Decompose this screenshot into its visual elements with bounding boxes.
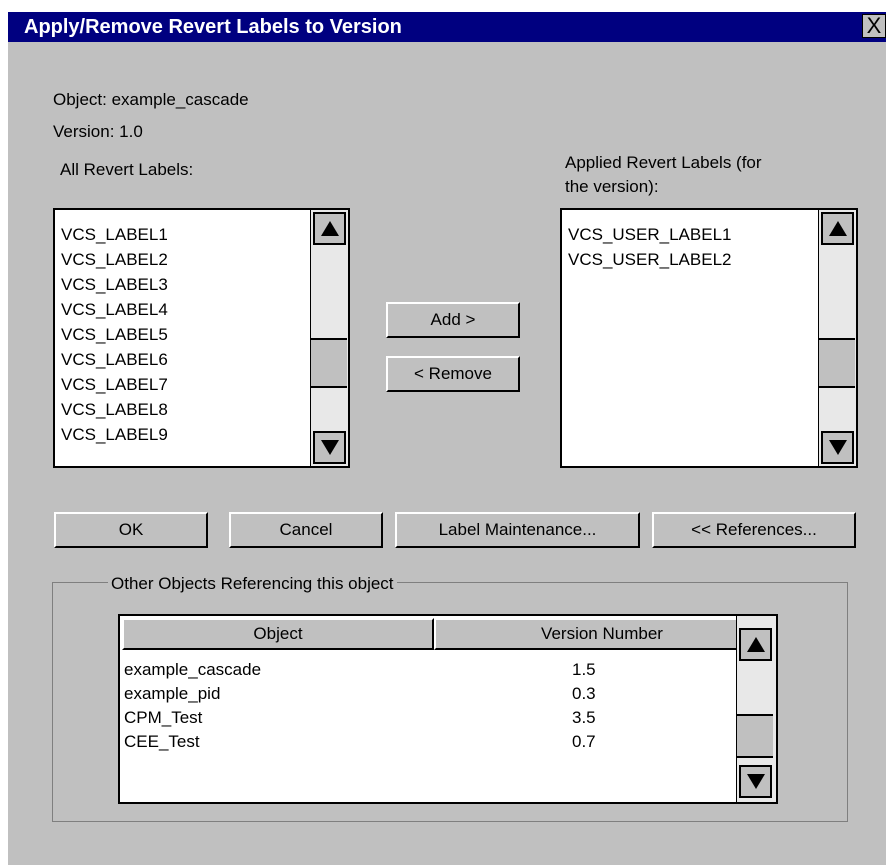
scroll-down-button[interactable] — [739, 765, 772, 798]
triangle-up-icon — [320, 221, 339, 236]
applied-labels-list[interactable]: VCS_USER_LABEL1 VCS_USER_LABEL2 — [560, 208, 858, 468]
add-button[interactable]: Add > — [386, 302, 520, 338]
version-cell: 1.5 — [572, 660, 596, 679]
scroll-up-button[interactable] — [739, 628, 772, 661]
all-labels-items: VCS_LABEL1 VCS_LABEL2 VCS_LABEL3 VCS_LAB… — [61, 222, 168, 447]
applied-labels-items: VCS_USER_LABEL1 VCS_USER_LABEL2 — [568, 222, 731, 272]
dialog-window: Apply/Remove Revert Labels to Version X … — [8, 12, 886, 865]
references-scrollbar[interactable] — [736, 616, 776, 802]
object-label: Object: example_cascade — [53, 90, 249, 109]
column-header-version[interactable]: Version Number — [434, 618, 770, 650]
triangle-up-icon — [746, 637, 765, 652]
scroll-up-button[interactable] — [821, 212, 854, 245]
list-item[interactable]: VCS_LABEL2 — [61, 247, 168, 272]
list-item[interactable]: VCS_USER_LABEL2 — [568, 247, 731, 272]
applied-labels-heading-line2: the version): — [565, 177, 659, 196]
references-table[interactable]: Object Version Number example_cascade 1.… — [118, 614, 778, 804]
table-row[interactable]: CPM_Test 3.5 — [120, 706, 740, 730]
object-cell: CEE_Test — [124, 732, 200, 751]
table-row[interactable]: example_cascade 1.5 — [120, 658, 740, 682]
version-cell: 0.3 — [572, 684, 596, 703]
label-maintenance-button[interactable]: Label Maintenance... — [395, 512, 640, 548]
all-labels-list[interactable]: VCS_LABEL1 VCS_LABEL2 VCS_LABEL3 VCS_LAB… — [53, 208, 350, 468]
scroll-thumb[interactable] — [737, 714, 773, 758]
title-bar[interactable]: Apply/Remove Revert Labels to Version X — [8, 12, 886, 42]
ok-button[interactable]: OK — [54, 512, 208, 548]
version-cell: 3.5 — [572, 708, 596, 727]
list-item[interactable]: VCS_LABEL7 — [61, 372, 168, 397]
list-item[interactable]: VCS_LABEL9 — [61, 422, 168, 447]
remove-button[interactable]: < Remove — [386, 356, 520, 392]
scroll-thumb[interactable] — [311, 338, 347, 388]
references-group-title: Other Objects Referencing this object — [108, 574, 397, 594]
scroll-thumb[interactable] — [819, 338, 855, 388]
list-item[interactable]: VCS_LABEL5 — [61, 322, 168, 347]
object-cell: example_pid — [124, 684, 221, 703]
triangle-down-icon — [320, 440, 339, 455]
list-item[interactable]: VCS_USER_LABEL1 — [568, 222, 731, 247]
triangle-down-icon — [828, 440, 847, 455]
scroll-down-button[interactable] — [313, 431, 346, 464]
version-label: Version: 1.0 — [53, 122, 143, 141]
triangle-down-icon — [746, 774, 765, 789]
object-cell: CPM_Test — [124, 708, 203, 727]
scroll-down-button[interactable] — [821, 431, 854, 464]
list-item[interactable]: VCS_LABEL6 — [61, 347, 168, 372]
list-item[interactable]: VCS_LABEL8 — [61, 397, 168, 422]
all-labels-heading: All Revert Labels: — [60, 160, 194, 179]
column-header-object[interactable]: Object — [122, 618, 434, 650]
cancel-button[interactable]: Cancel — [229, 512, 383, 548]
close-icon: X — [866, 13, 882, 38]
version-cell: 0.7 — [572, 732, 596, 751]
scroll-up-button[interactable] — [313, 212, 346, 245]
applied-labels-scrollbar[interactable] — [818, 210, 856, 466]
references-button[interactable]: << References... — [652, 512, 856, 548]
all-labels-scrollbar[interactable] — [310, 210, 348, 466]
table-row[interactable]: CEE_Test 0.7 — [120, 730, 740, 754]
table-row[interactable]: example_pid 0.3 — [120, 682, 740, 706]
list-item[interactable]: VCS_LABEL4 — [61, 297, 168, 322]
triangle-up-icon — [828, 221, 847, 236]
list-item[interactable]: VCS_LABEL1 — [61, 222, 168, 247]
close-button[interactable]: X — [862, 14, 886, 38]
dialog-title: Apply/Remove Revert Labels to Version — [24, 16, 402, 38]
applied-labels-heading-line1: Applied Revert Labels (for — [565, 153, 762, 172]
list-item[interactable]: VCS_LABEL3 — [61, 272, 168, 297]
object-cell: example_cascade — [124, 660, 262, 679]
